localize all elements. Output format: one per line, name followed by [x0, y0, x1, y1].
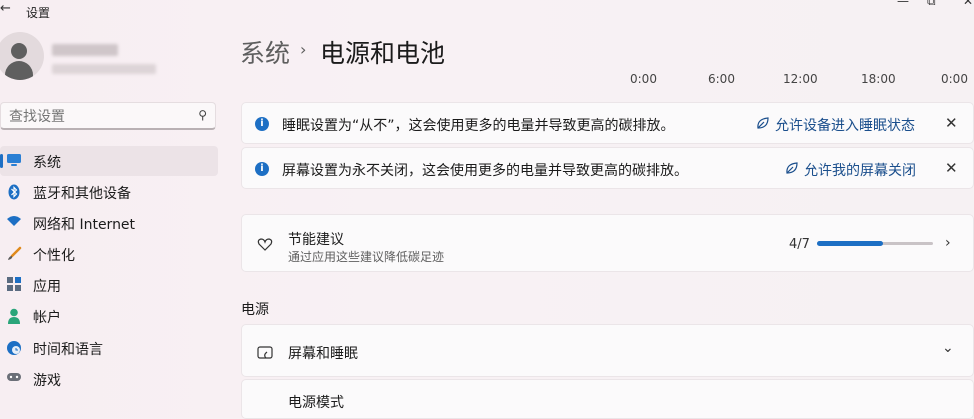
sidebar-item-label: 应用	[33, 279, 61, 295]
search-icon[interactable]: ⚲	[198, 108, 207, 122]
brush-icon	[6, 246, 22, 262]
sleep-notice-bar: i 睡眠设置为“从不”，这会使用更多的电量并导致更高的碳排放。 允许设备进入睡眠…	[241, 102, 974, 144]
gamepad-icon	[6, 371, 22, 387]
screen-and-sleep-row[interactable]: 屏幕和睡眠 ⌄	[241, 324, 974, 377]
account-name-redacted	[52, 44, 118, 56]
person-body-shape	[5, 61, 33, 80]
allow-sleep-link[interactable]: 允许设备进入睡眠状态	[775, 115, 915, 135]
leaf-icon	[785, 161, 799, 179]
power-mode-row[interactable]: 电源模式	[241, 379, 974, 419]
sleep-notice-text: 睡眠设置为“从不”，这会使用更多的电量并导致更高的碳排放。	[282, 118, 675, 134]
info-icon: i	[255, 162, 269, 176]
sidebar-item-bluetooth[interactable]: 蓝牙和其他设备	[0, 177, 218, 207]
breadcrumb-separator: ›	[300, 40, 307, 59]
energy-title: 节能建议	[288, 232, 344, 248]
page-title: 电源和电池	[320, 39, 446, 68]
close-window-icon[interactable]: ✕	[963, 0, 973, 8]
sidebar-item-label: 游戏	[33, 373, 61, 389]
sidebar-item-personalization[interactable]: 个性化	[0, 239, 218, 269]
apps-icon	[6, 277, 22, 293]
screen-notice-text: 屏幕设置为永不关闭，这会使用更多的电量并导致更高的碳排放。	[282, 163, 688, 179]
timeline-label: 18:00	[861, 72, 896, 86]
person-icon	[6, 308, 22, 324]
info-icon: i	[255, 117, 269, 131]
leaf-heart-icon	[257, 236, 273, 256]
screen-notice-bar: i 屏幕设置为永不关闭，这会使用更多的电量并导致更高的碳排放。 允许我的屏幕关闭…	[241, 147, 974, 189]
chevron-down-icon[interactable]: ⌄	[942, 340, 954, 356]
monitor-icon	[6, 153, 22, 169]
energy-progress-text: 4/7	[789, 237, 810, 252]
restore-icon[interactable]: ⧉	[927, 0, 936, 9]
close-icon[interactable]: ✕	[945, 114, 958, 132]
sidebar-item-time-language[interactable]: 时间和语言	[0, 333, 218, 363]
close-icon[interactable]: ✕	[945, 159, 958, 177]
timeline-label: 12:00	[783, 72, 818, 86]
bluetooth-icon	[6, 184, 22, 200]
app-title: 设置	[26, 6, 51, 20]
sidebar-item-apps[interactable]: 应用	[0, 270, 218, 300]
power-mode-label: 电源模式	[288, 395, 344, 411]
avatar[interactable]	[0, 32, 44, 80]
timeline-label: 0:00	[630, 72, 657, 86]
sidebar-item-network[interactable]: 网络和 Internet	[0, 208, 218, 238]
energy-subtitle: 通过应用这些建议降低碳足迹	[288, 250, 445, 264]
globe-clock-icon	[6, 340, 22, 356]
allow-screen-off-link[interactable]: 允许我的屏幕关闭	[804, 160, 916, 180]
leaf-icon	[756, 116, 770, 134]
selection-indicator	[0, 154, 3, 168]
minimize-icon[interactable]: —	[897, 0, 909, 8]
timeline-label: 6:00	[708, 72, 735, 86]
energy-progress-fill	[817, 241, 884, 246]
sidebar-item-gaming[interactable]: 游戏	[0, 364, 218, 394]
chevron-right-icon: ›	[945, 235, 951, 251]
sidebar-item-label: 系统	[33, 155, 61, 171]
sidebar-item-label: 蓝牙和其他设备	[33, 186, 131, 202]
sidebar-item-label: 帐户	[33, 310, 61, 326]
energy-progress-bar	[817, 241, 933, 246]
sidebar-item-label: 个性化	[33, 248, 75, 264]
wifi-icon	[6, 215, 22, 231]
person-head-shape	[11, 43, 27, 59]
timeline-label: 0:00	[941, 72, 968, 86]
breadcrumb-root[interactable]: 系统	[240, 34, 290, 70]
sidebar-item-accounts[interactable]: 帐户	[0, 301, 218, 331]
sidebar-item-label: 网络和 Internet	[33, 217, 136, 233]
screen-sleep-label: 屏幕和睡眠	[288, 346, 358, 362]
search-input[interactable]	[7, 106, 191, 128]
account-email-redacted	[52, 64, 156, 74]
search-box[interactable]: ⚲	[0, 102, 216, 130]
screen-sleep-icon	[257, 345, 273, 364]
sidebar-item-system[interactable]: 系统	[0, 146, 218, 176]
sidebar-item-label: 时间和语言	[33, 342, 103, 358]
section-title-power: 电源	[241, 302, 269, 318]
back-arrow-icon[interactable]: ←	[0, 2, 14, 16]
